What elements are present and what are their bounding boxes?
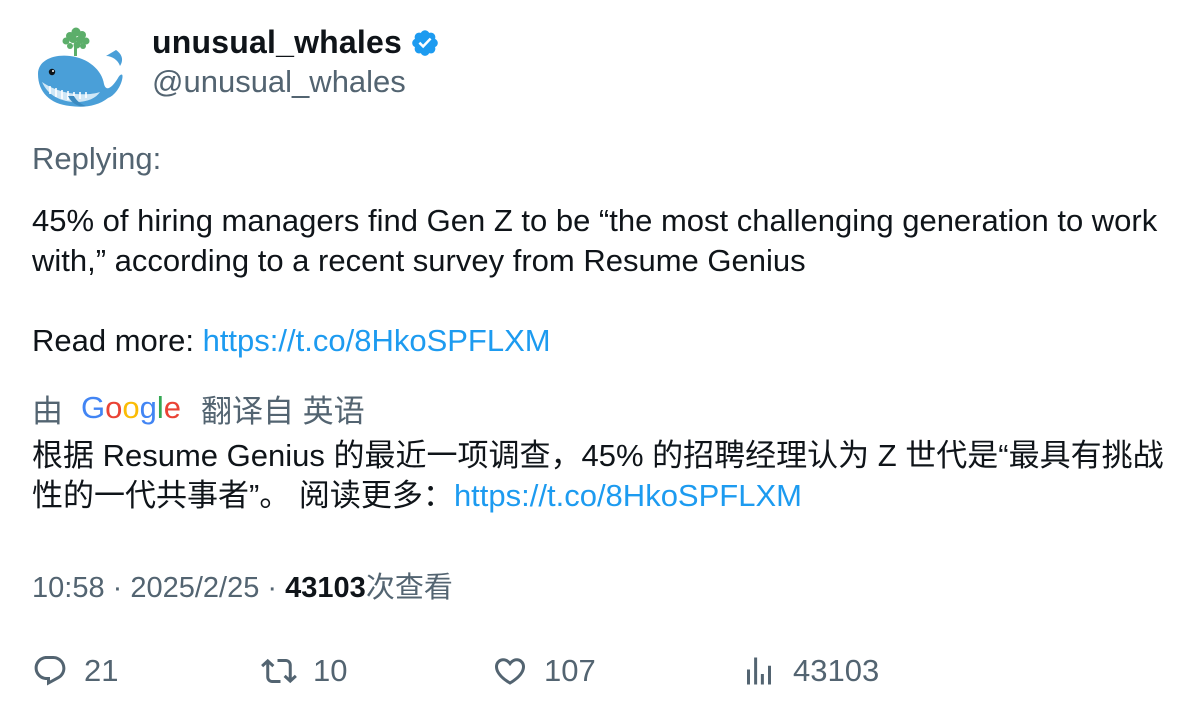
translated-body: 根据 Resume Genius 的最近一项调查，45% 的招聘经理认为 Z 世… (32, 436, 1172, 516)
reply-button[interactable]: 21 (32, 648, 118, 694)
meta-separator: · (259, 572, 286, 604)
tweet-link[interactable]: https://t.co/8HkoSPFLXM (203, 323, 551, 358)
user-handle[interactable]: @unusual_whales (152, 64, 406, 100)
tweet-time[interactable]: 10:58 (32, 572, 105, 604)
views-button[interactable]: 43103 (741, 648, 879, 694)
tweet-meta: 10:58 · 2025/2/25 · 43103次查看 (32, 564, 453, 606)
tweet-date[interactable]: 2025/2/25 (130, 572, 259, 604)
avatar[interactable] (32, 26, 124, 110)
like-button[interactable]: 107 (492, 648, 596, 694)
read-more-label: Read more: (32, 323, 203, 358)
translated-text: 根据 Resume Genius 的最近一项调查，45% 的招聘经理认为 Z 世… (32, 436, 1172, 516)
google-logo-text: Google (81, 390, 181, 425)
display-name[interactable]: unusual_whales (152, 24, 402, 61)
tweet-body: 45% of hiring managers find Gen Z to be … (32, 203, 1158, 278)
views-icon (747, 657, 771, 685)
translation-prefix: 由 (32, 393, 63, 429)
views-count-action: 43103 (793, 653, 880, 688)
verified-badge-icon (412, 30, 438, 56)
google-logo: Google (81, 390, 181, 425)
translation-suffix[interactable]: 翻译自 英语 (201, 386, 365, 431)
translation-attribution: 由 Google 翻译自 英语 (32, 386, 365, 430)
reply-count: 21 (84, 653, 119, 688)
like-count: 107 (544, 653, 596, 688)
reply-icon (34, 656, 66, 686)
author-name-row[interactable]: unusual_whales (152, 22, 440, 62)
retweet-button[interactable]: 10 (261, 648, 347, 694)
retweet-icon (261, 658, 297, 684)
like-icon (494, 658, 526, 685)
retweet-count: 10 (313, 653, 348, 688)
read-more-line: Read more: https://t.co/8HkoSPFLXM (32, 321, 1162, 361)
whale-avatar-icon (38, 27, 123, 107)
translated-link[interactable]: https://t.co/8HkoSPFLXM (454, 478, 802, 513)
tweet-text: 45% of hiring managers find Gen Z to be … (32, 201, 1162, 361)
action-bar: 21 10 107 43103 (0, 648, 1196, 696)
views-count: 43103 (285, 572, 366, 604)
replying-label: Replying: (32, 141, 162, 176)
meta-separator: · (104, 572, 131, 604)
views-label: 次查看 (365, 572, 453, 604)
